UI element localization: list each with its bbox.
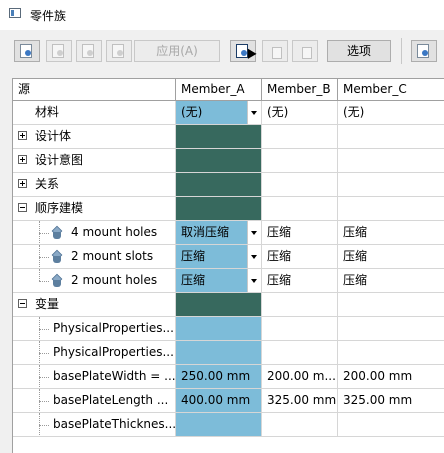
row-label: 关系 (35, 177, 60, 191)
feature-icon (50, 273, 64, 288)
member-a-suppress-select[interactable]: 压缩 (176, 269, 262, 293)
chevron-down-icon[interactable] (247, 245, 261, 268)
window-icon (9, 8, 21, 18)
row-label: basePlateWidth = ... (53, 369, 176, 383)
expand-icon[interactable] (18, 179, 27, 188)
member-a-suppress-select[interactable]: 取消压缩 (176, 221, 262, 245)
row-label: 4 mount holes (71, 225, 158, 239)
row-label: PhysicalProperties... (53, 321, 174, 335)
copy-button[interactable] (262, 40, 288, 62)
part-family-grid: 源 Member_A Member_B Member_C 材料 (无) (无) … (12, 78, 444, 453)
refresh-icon (20, 44, 32, 58)
apply-button[interactable]: 应用(A) (134, 40, 220, 62)
row-label: 2 mount holes (71, 273, 158, 287)
table-row: basePlateThicknes... (13, 413, 444, 437)
window-title: 零件族 (30, 9, 67, 23)
header-source[interactable]: 源 (13, 79, 176, 101)
table-row: 顺序建模 (13, 197, 444, 221)
table-row: PhysicalProperties... (13, 317, 444, 341)
export-icon (82, 44, 94, 58)
row-label: 设计意图 (35, 153, 84, 167)
feature-icon (50, 225, 64, 240)
import-button[interactable] (106, 40, 132, 62)
settings-icon (417, 44, 429, 58)
table-row: basePlateWidth = ... 250.00 mm 200.00 m.… (13, 365, 444, 389)
toolbar: 应用(A) 选项 (0, 30, 444, 76)
table-row: PhysicalProperties... (13, 341, 444, 365)
member-a-material-select[interactable]: (无) (176, 101, 262, 125)
edit-button[interactable] (46, 40, 72, 62)
chevron-down-icon[interactable] (247, 101, 261, 124)
settings-button[interactable] (411, 40, 437, 62)
table-row: 设计意图 (13, 149, 444, 173)
edit-icon (52, 44, 64, 58)
table-row: 设计体 (13, 125, 444, 149)
row-label: 变量 (35, 297, 60, 311)
table-row: 2 mount holes 压缩 压缩 压缩 (13, 269, 444, 293)
row-label: basePlateLength ... (53, 393, 169, 407)
table-row: 4 mount holes 取消压缩 压缩 压缩 (13, 221, 444, 245)
copy-icon (272, 47, 282, 59)
row-label: 2 mount slots (71, 249, 154, 263)
row-label: basePlateThicknes... (53, 417, 176, 431)
table-row: 变量 (13, 293, 444, 317)
table-row: 2 mount slots 压缩 压缩 压缩 (13, 245, 444, 269)
table-row: basePlateLength ... 400.00 mm 325.00 mm … (13, 389, 444, 413)
row-label: PhysicalProperties... (53, 345, 174, 359)
title-bar: 零件族 (0, 0, 444, 30)
table-row: 材料 (无) (无) (无) (13, 101, 444, 125)
member-a-suppress-select[interactable]: 压缩 (176, 245, 262, 269)
paste-button[interactable] (292, 40, 318, 62)
chevron-down-icon[interactable] (247, 269, 261, 292)
collapse-icon[interactable] (18, 299, 27, 308)
paste-icon (302, 47, 312, 59)
toolbar-separator (401, 38, 402, 64)
row-label: 顺序建模 (35, 201, 84, 215)
expand-icon[interactable] (18, 155, 27, 164)
import-icon (112, 44, 124, 58)
row-label: 设计体 (35, 129, 72, 143)
header-member-b[interactable]: Member_B (262, 79, 338, 101)
refresh-button[interactable] (14, 40, 40, 62)
header-member-a[interactable]: Member_A (176, 79, 262, 101)
export-button[interactable] (76, 40, 102, 62)
header-member-c[interactable]: Member_C (338, 79, 444, 101)
table-row: 关系 (13, 173, 444, 197)
chevron-down-icon[interactable] (247, 221, 261, 244)
feature-icon (50, 249, 64, 264)
collapse-icon[interactable] (18, 203, 27, 212)
expand-icon[interactable] (18, 131, 27, 140)
options-button[interactable]: 选项 (327, 40, 391, 62)
row-label: 材料 (35, 105, 60, 119)
